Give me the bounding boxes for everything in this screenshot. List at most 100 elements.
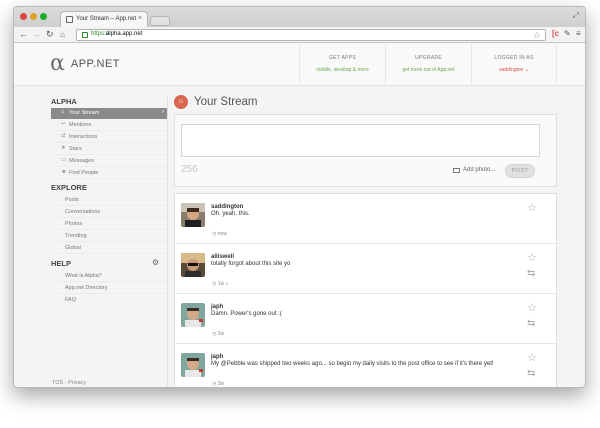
lock-icon xyxy=(82,32,88,38)
sidebar-item-directory[interactable]: App.net Directory xyxy=(51,283,167,294)
back-icon[interactable]: ← xyxy=(19,29,28,40)
post-username[interactable]: saddington xyxy=(211,204,243,210)
chevron-down-icon: ⌄ xyxy=(524,67,530,73)
upgrade-link[interactable]: UPGRADE get more out of App.net xyxy=(385,44,471,86)
people-icon: ☻ xyxy=(61,169,67,175)
alpha-logo-icon: α xyxy=(50,51,65,76)
repost-icon[interactable]: ⇆ xyxy=(527,369,535,379)
avatar[interactable] xyxy=(181,303,205,327)
sidebar-item-stars[interactable]: ★ Stars xyxy=(51,144,167,155)
get-apps-link[interactable]: GET APPS mobile, desktop & more xyxy=(299,44,385,86)
post-timestamp[interactable]: ◷ 1w ⌕ xyxy=(212,281,228,287)
address-bar[interactable]: https:// alpha.app.net ☆ xyxy=(76,29,546,41)
sidebar-item-find-people[interactable]: ☻ Find People xyxy=(51,168,167,179)
fullscreen-icon[interactable]: ⤢ xyxy=(573,11,579,21)
section-heading-explore: EXPLORE xyxy=(51,183,87,192)
sidebar-item-what-is-alpha[interactable]: What is Alpha? xyxy=(51,271,167,282)
sidebar-item-messages[interactable]: ▭ Messages xyxy=(51,156,167,167)
close-tab-icon[interactable]: × xyxy=(138,15,142,22)
interactions-icon: ⇄ xyxy=(61,133,66,139)
account-username-text: saddington xyxy=(498,67,524,73)
post-text: Oh. yeah. this. xyxy=(211,211,250,217)
footer-links[interactable]: TOS · Privacy xyxy=(52,380,86,386)
account-menu[interactable]: LOGGED IN AS saddington ⌄ xyxy=(471,44,557,86)
star-post-icon[interactable]: ☆ xyxy=(527,203,537,214)
sidebar-item-interactions[interactable]: ⇄ Interactions xyxy=(51,132,167,143)
sidebar-item-posts[interactable]: Posts xyxy=(51,195,167,206)
post-username[interactable]: alliswell xyxy=(211,254,234,260)
sidebar-item-label: Your Stream xyxy=(69,110,100,116)
add-photo-button[interactable]: Add photo... xyxy=(453,167,495,173)
post-item[interactable]: alliswell totally forgot about this site… xyxy=(175,244,556,294)
zoom-window-button[interactable] xyxy=(40,13,47,20)
tab-strip: Your Stream – App.net × ⤢ xyxy=(14,7,585,27)
bookmark-star-icon[interactable]: ☆ xyxy=(533,30,541,41)
sidebar-item-conversations[interactable]: Conversations xyxy=(51,207,167,218)
close-window-button[interactable] xyxy=(20,13,27,20)
account-username: saddington ⌄ xyxy=(472,67,556,73)
star-post-icon[interactable]: ☆ xyxy=(527,353,537,364)
app-logo[interactable]: α APP.NET xyxy=(50,51,120,76)
sidebar-item-faq[interactable]: FAQ xyxy=(51,295,167,306)
extension-icon[interactable]: [c xyxy=(552,29,559,38)
new-tab-button[interactable] xyxy=(150,16,170,26)
section-heading-alpha: ALPHA xyxy=(51,97,77,106)
post-text: Damn. Power's gone out :( xyxy=(211,311,282,317)
character-counter: 256 xyxy=(181,164,198,175)
post-time: now xyxy=(217,231,227,237)
home-icon: ⌂ xyxy=(61,109,65,115)
sidebar-item-mentions[interactable]: ↩ Mentions xyxy=(51,120,167,131)
post-timestamp[interactable]: ◷ 3w xyxy=(212,381,224,387)
post-item[interactable]: japh Damn. Power's gone out :( ◷ 2w ☆ ⇆ xyxy=(175,294,556,344)
avatar[interactable] xyxy=(181,353,205,377)
add-photo-label: Add photo... xyxy=(463,167,496,173)
avatar[interactable] xyxy=(181,253,205,277)
wrench-icon[interactable]: ✎ xyxy=(564,29,571,38)
sidebar-item-label: Global xyxy=(65,245,81,251)
browser-toolbar: ← → ↻ ⌂ https:// alpha.app.net ☆ [c ✎ ≡ xyxy=(14,27,585,43)
star-icon: ★ xyxy=(61,145,66,151)
sidebar-item-label: Find People xyxy=(69,170,99,176)
reload-icon[interactable]: ↻ xyxy=(46,29,54,40)
sidebar-item-trending[interactable]: Trending xyxy=(51,231,167,242)
home-badge-icon: ⌂ xyxy=(174,95,188,109)
sidebar-item-label: Trending xyxy=(65,233,87,239)
sidebar-item-label: FAQ xyxy=(65,297,77,303)
forward-icon[interactable]: → xyxy=(32,29,41,40)
post-composer: 256 Add photo... POST xyxy=(174,114,557,187)
menu-icon[interactable]: ≡ xyxy=(576,29,581,38)
tab-title: Your Stream – App.net xyxy=(76,16,137,22)
sidebar-item-global[interactable]: Global xyxy=(51,243,167,254)
repost-icon[interactable]: ⇆ xyxy=(527,319,535,329)
upgrade-subtitle: get more out of App.net xyxy=(402,67,455,73)
sidebar-item-label: Conversations xyxy=(65,209,101,215)
star-post-icon[interactable]: ☆ xyxy=(527,253,537,264)
chevron-right-icon: › xyxy=(162,109,164,115)
app-header: α APP.NET GET APPS mobile, desktop & mor… xyxy=(14,44,585,86)
page-title-text: Your Stream xyxy=(194,96,258,108)
post-item[interactable]: saddington Oh. yeah. this. ◷ now ☆ xyxy=(175,194,556,244)
post-time: 1w xyxy=(217,281,225,287)
get-apps-subtitle: mobile, desktop & more xyxy=(316,67,369,73)
post-text: My @Pebble was shipped two weeks ago... … xyxy=(211,361,494,367)
home-button-icon[interactable]: ⌂ xyxy=(60,29,65,40)
minimize-window-button[interactable] xyxy=(30,13,37,20)
conversation-icon[interactable]: ⌕ xyxy=(226,281,229,287)
post-username[interactable]: japh xyxy=(211,354,223,360)
star-post-icon[interactable]: ☆ xyxy=(527,303,537,314)
post-timestamp[interactable]: ◷ now xyxy=(212,231,227,237)
post-textarea[interactable] xyxy=(181,124,540,157)
gear-icon[interactable]: ⚙ xyxy=(152,258,159,267)
sidebar-item-label: Interactions xyxy=(69,134,98,140)
post-item[interactable]: japh My @Pebble was shipped two weeks ag… xyxy=(175,344,556,387)
repost-icon[interactable]: ⇆ xyxy=(527,269,535,279)
post-timestamp[interactable]: ◷ 2w xyxy=(212,331,224,337)
sidebar-item-your-stream[interactable]: ⌂ Your Stream › xyxy=(51,108,167,119)
sidebar-item-label: Mentions xyxy=(69,122,92,128)
browser-tab[interactable]: Your Stream – App.net × xyxy=(60,11,148,27)
post-username[interactable]: japh xyxy=(211,304,223,310)
post-button[interactable]: POST xyxy=(505,164,535,178)
logged-in-label: LOGGED IN AS xyxy=(494,55,534,61)
avatar[interactable] xyxy=(181,203,205,227)
sidebar-item-photos[interactable]: Photos xyxy=(51,219,167,230)
